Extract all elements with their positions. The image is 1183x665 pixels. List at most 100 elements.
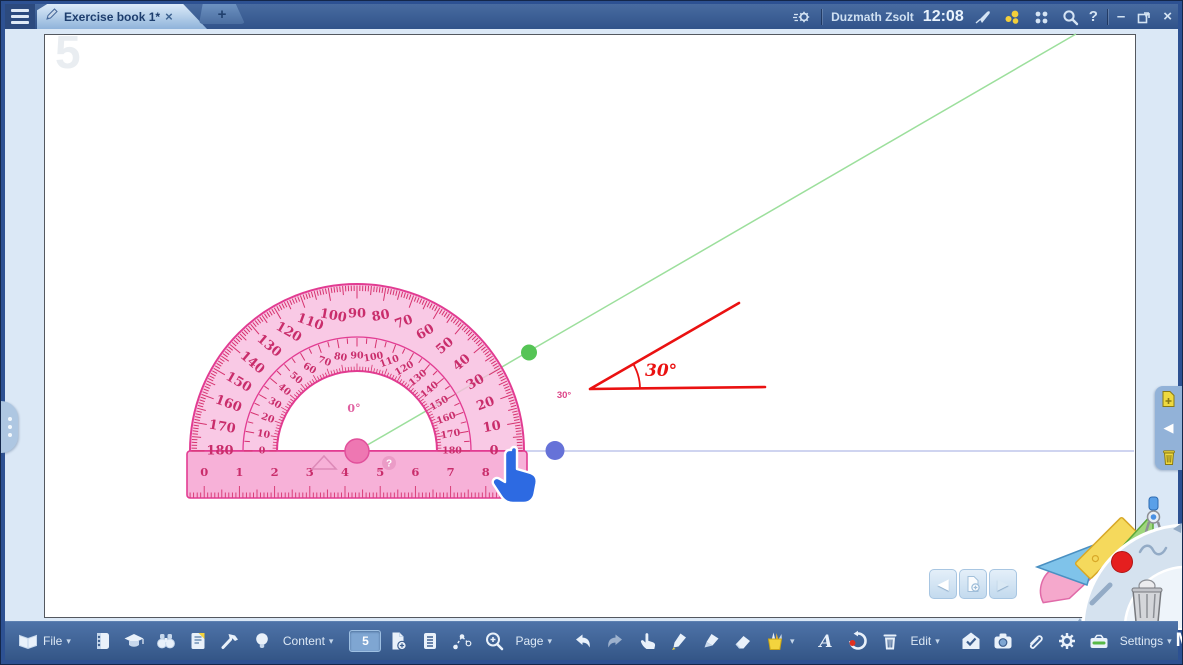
restore-icon[interactable]	[1134, 7, 1154, 27]
workspace: 5 ◀ ▶ ◀	[5, 29, 1178, 621]
left-drawer-handle[interactable]	[1, 401, 18, 453]
gear-icon	[1056, 630, 1078, 652]
zoom-tool[interactable]	[479, 627, 509, 655]
ideas-tool[interactable]	[247, 627, 277, 655]
search-icon[interactable]	[1060, 7, 1080, 27]
doc-edit-icon	[187, 630, 209, 652]
binoculars-icon	[155, 630, 177, 652]
tab-close-icon[interactable]: ×	[165, 10, 173, 23]
new-tab-button[interactable]: +	[199, 4, 245, 24]
logo-m: M	[1176, 630, 1183, 652]
pen-cup-icon	[764, 630, 786, 652]
settings-menu-label: Settings	[1120, 634, 1163, 648]
reset-icon	[847, 630, 869, 652]
tools-tool[interactable]	[215, 627, 245, 655]
forward-arrow-icon: ▶	[997, 575, 1009, 593]
edit-menu-label: Edit	[911, 634, 932, 648]
divider	[821, 9, 822, 25]
delete-tool[interactable]	[875, 627, 905, 655]
open-book-icon	[17, 630, 39, 652]
homework-tool[interactable]	[956, 627, 986, 655]
pen-icon	[668, 630, 690, 652]
file-menu[interactable]: File ▾	[13, 627, 75, 655]
hand-icon	[636, 630, 658, 652]
preferences-tool[interactable]	[1052, 627, 1082, 655]
titlebar-right: Duzmath Zsolt 12:08 ? – ×	[792, 7, 1178, 27]
page-add-icon	[387, 630, 409, 652]
chevron-down-icon: ▾	[935, 636, 940, 647]
mozaik-logo: M◆ZAIK	[1176, 630, 1183, 652]
collapse-arrow-icon[interactable]: ◀	[1164, 420, 1174, 436]
apps-grid-icon[interactable]	[1031, 7, 1051, 27]
content-menu[interactable]: Content ▾	[279, 631, 338, 651]
text-a-icon: A	[815, 630, 837, 652]
trash-icon	[879, 630, 901, 652]
pencil-icon	[45, 7, 59, 26]
pen-cup-tool[interactable]: ▾	[760, 627, 799, 655]
chevron-down-icon: ▾	[790, 636, 795, 647]
camera-tool[interactable]	[988, 627, 1018, 655]
redo-button[interactable]	[600, 627, 630, 655]
add-page-tool[interactable]	[383, 627, 413, 655]
nav-back-button[interactable]: ◀	[929, 569, 957, 599]
divider	[1107, 9, 1108, 25]
chevron-down-icon: ▾	[1167, 636, 1172, 647]
gear-sync-icon[interactable]	[792, 7, 812, 27]
trash-icon[interactable]	[1161, 448, 1177, 466]
svg-text:A: A	[817, 632, 832, 652]
community-icon[interactable]	[1002, 7, 1022, 27]
minimize-icon[interactable]: –	[1117, 9, 1125, 24]
page-sorter-tool[interactable]	[415, 627, 445, 655]
paperclip-icon	[1024, 630, 1046, 652]
user-name[interactable]: Duzmath Zsolt	[831, 10, 914, 24]
notebook-tool[interactable]	[87, 627, 117, 655]
nav-add-page-button[interactable]	[959, 569, 987, 599]
camera-icon	[992, 630, 1014, 652]
bottom-toolbar: File▾Content▾5Page▾▾AEdit▾Settings▾M◆ZAI…	[5, 621, 1178, 660]
chevron-down-icon: ▾	[66, 636, 71, 647]
undo-icon	[572, 630, 594, 652]
edit-menu[interactable]: Edit▾	[907, 631, 944, 651]
page-list-icon	[419, 630, 441, 652]
hand-tool[interactable]	[632, 627, 662, 655]
exercise-editor-tool[interactable]	[183, 627, 213, 655]
node-path-icon	[451, 630, 473, 652]
page-menu[interactable]: Page ▾	[511, 631, 556, 651]
page-number-box[interactable]: 5	[349, 630, 381, 652]
chevron-down-icon: ▾	[329, 636, 334, 647]
page-menu-label: Page	[515, 634, 543, 648]
page-nav-buttons: ◀ ▶	[929, 569, 1017, 599]
hamburger-menu-icon[interactable]	[5, 4, 35, 29]
help-icon[interactable]: ?	[1089, 9, 1098, 24]
page-add-icon[interactable]	[1160, 390, 1177, 408]
rocket-icon[interactable]	[973, 7, 993, 27]
zoom-in-icon	[483, 630, 505, 652]
highlighter-icon	[700, 630, 722, 652]
nav-forward-button[interactable]: ▶	[989, 569, 1017, 599]
eraser-tool[interactable]	[728, 627, 758, 655]
lessons-tool[interactable]	[119, 627, 149, 655]
undo-button[interactable]	[568, 627, 598, 655]
redo-icon	[604, 630, 626, 652]
eraser-icon	[732, 630, 754, 652]
file-menu-label: File	[43, 634, 62, 648]
attachment-tool[interactable]	[1020, 627, 1050, 655]
mozabook-window: Exercise book 1* × + Duzmath Zsolt 12:08	[0, 0, 1183, 665]
page-add-icon	[965, 575, 981, 593]
content-menu-label: Content	[283, 634, 325, 648]
tab-title: Exercise book 1*	[64, 10, 160, 24]
page-canvas[interactable]: 5	[44, 34, 1136, 618]
chevron-down-icon: ▾	[547, 636, 552, 647]
reset-rotation-tool[interactable]	[843, 627, 873, 655]
media-search-tool[interactable]	[151, 627, 181, 655]
grad-cap-icon	[123, 630, 145, 652]
path-tool[interactable]	[447, 627, 477, 655]
text-tool[interactable]: A	[811, 627, 841, 655]
drawer-tool[interactable]	[1084, 627, 1114, 655]
close-icon[interactable]: ×	[1163, 9, 1172, 24]
highlighter-tool[interactable]	[696, 627, 726, 655]
settings-menu[interactable]: Settings ▾	[1116, 631, 1176, 651]
right-page-tab: ◀	[1155, 386, 1182, 470]
tools-icon	[219, 630, 241, 652]
pen-tool[interactable]	[664, 627, 694, 655]
